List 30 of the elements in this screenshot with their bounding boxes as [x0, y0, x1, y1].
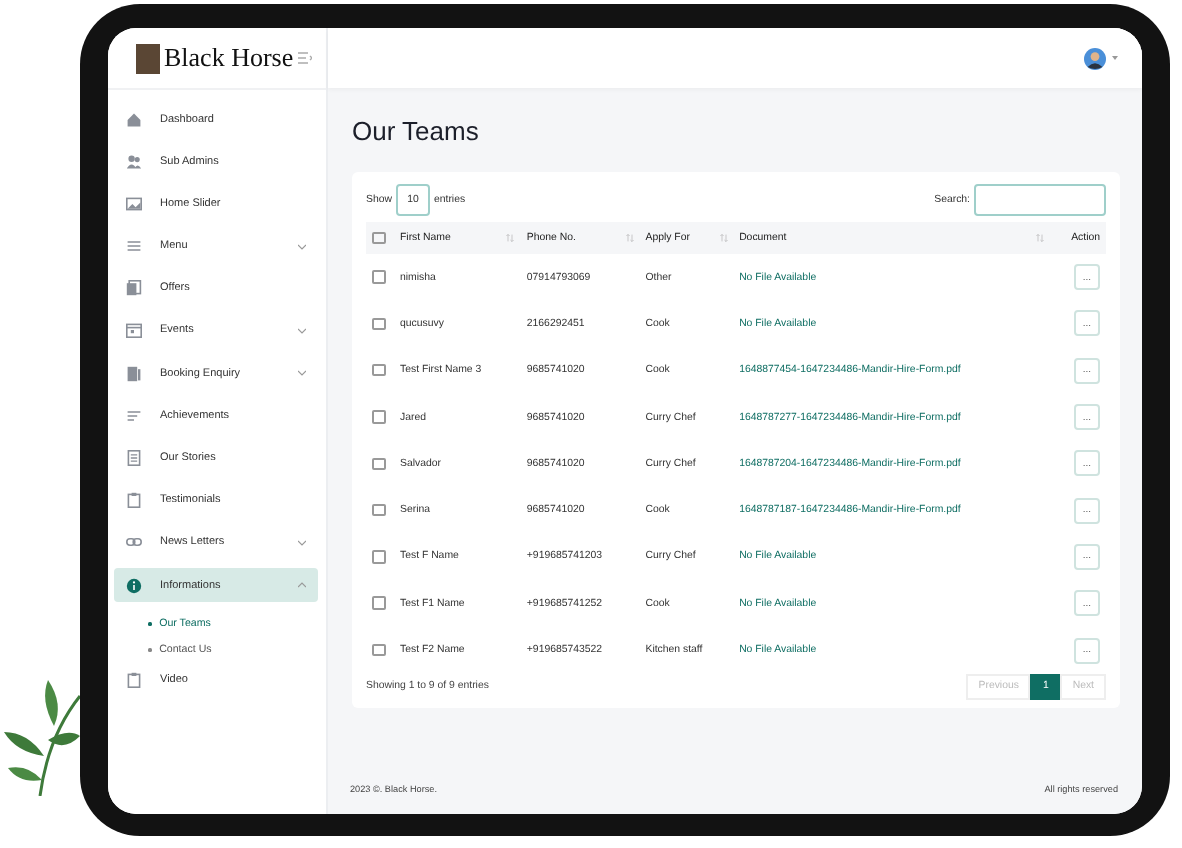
- checkbox[interactable]: [372, 317, 385, 331]
- checkbox[interactable]: [372, 503, 385, 517]
- checkbox[interactable]: [372, 596, 385, 610]
- checkbox[interactable]: [372, 550, 385, 564]
- users-icon: [126, 153, 142, 170]
- caret-icon[interactable]: [1112, 56, 1118, 60]
- search-field[interactable]: [974, 184, 1106, 216]
- checkbox[interactable]: [372, 457, 385, 471]
- book-icon: [126, 365, 142, 382]
- calendar-icon: [126, 322, 142, 339]
- document-icon: [126, 450, 142, 466]
- clipboard-icon: [126, 492, 142, 509]
- checkbox[interactable]: [372, 270, 385, 284]
- avatar-icon[interactable]: [1084, 47, 1106, 69]
- checkbox[interactable]: [372, 363, 385, 377]
- image-icon: [126, 195, 142, 212]
- link-icon: [126, 534, 142, 551]
- info-icon: [126, 577, 142, 594]
- document-icon: [126, 280, 142, 297]
- clipboard-icon: [126, 671, 142, 688]
- brand-name: Black Horse: [164, 42, 294, 74]
- checkbox[interactable]: [372, 231, 385, 245]
- list-icon: [126, 238, 142, 255]
- page-title: Our Teams: [352, 116, 481, 146]
- checkbox[interactable]: [372, 643, 385, 657]
- home-icon: [126, 111, 142, 127]
- checkbox[interactable]: [372, 410, 385, 424]
- logo-photo-placeholder: [136, 43, 160, 73]
- lines-icon: [126, 407, 142, 424]
- menu-icon[interactable]: [298, 52, 312, 64]
